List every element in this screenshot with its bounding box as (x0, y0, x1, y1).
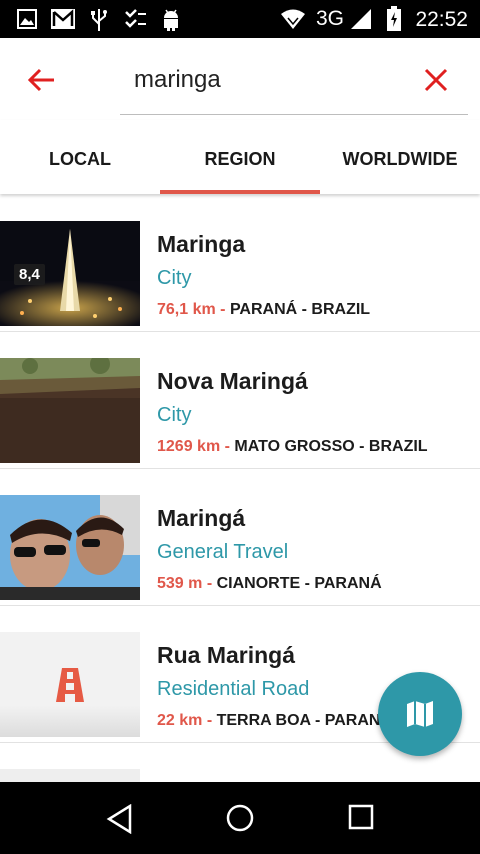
list-item[interactable]: Maringá General Travel 539 m - CIANORTE … (0, 468, 480, 606)
tab-bar: LOCAL REGION WORLDWIDE (0, 120, 480, 194)
result-location: PARANÁ - BRAZIL (229, 301, 371, 318)
search-bar: maringa (0, 38, 480, 120)
map-fab-button[interactable] (378, 672, 462, 756)
back-nav-icon[interactable] (106, 804, 134, 834)
result-type: City (157, 267, 192, 289)
result-distance: 539 m - (157, 575, 213, 592)
recents-nav-icon[interactable] (348, 804, 374, 830)
list-item[interactable]: 8,4 Maringa City 76,1 km - PARANÁ - BRAZ… (0, 194, 480, 332)
arrow-left-icon[interactable] (26, 64, 58, 96)
navigation-bar (0, 782, 480, 854)
tab-region[interactable]: REGION (160, 120, 320, 194)
result-type: Residential Road (157, 678, 310, 700)
map-icon (407, 701, 433, 727)
thumbnail-image (0, 769, 140, 782)
result-meta: 539 m - CIANORTE - PARANÁ (157, 575, 382, 593)
search-input-underline (120, 114, 468, 115)
result-title: Maringa (157, 231, 246, 257)
tab-worldwide[interactable]: WORLDWIDE (320, 120, 480, 194)
status-bar: 3G 22:52 (0, 0, 480, 38)
result-title: Nova Maringá (157, 368, 308, 394)
result-title: Rua Maringá (157, 642, 296, 668)
signal-icon (351, 9, 371, 29)
result-location: TERRA BOA - PARANÁ (216, 712, 392, 729)
checklist-icon (125, 9, 146, 28)
result-title: Maringá (157, 505, 246, 531)
result-distance: 1269 km - (157, 438, 230, 455)
network-type: 3G (316, 7, 345, 30)
wifi-icon (281, 9, 305, 29)
result-meta: 22 km - TERRA BOA - PARANÁ (157, 712, 392, 730)
home-nav-icon[interactable] (226, 804, 254, 832)
battery-icon (387, 6, 401, 31)
thumbnail-image (0, 495, 140, 600)
result-distance: 76,1 km - (157, 301, 226, 318)
search-input[interactable]: maringa (134, 66, 221, 94)
road-placeholder-image (0, 632, 140, 737)
android-icon (164, 9, 178, 31)
close-icon[interactable] (422, 66, 450, 94)
tab-indicator (160, 190, 320, 194)
result-location: CIANORTE - PARANÁ (216, 575, 382, 592)
image-icon (17, 9, 37, 29)
result-distance: 22 km - (157, 712, 213, 729)
list-item[interactable]: Nova Maringá City 1269 km - MATO GROSSO … (0, 331, 480, 469)
mail-icon (51, 9, 75, 29)
clock: 22:52 (415, 8, 468, 31)
tab-local[interactable]: LOCAL (0, 120, 160, 194)
result-type: City (157, 404, 192, 426)
result-type: General Travel (157, 541, 289, 563)
road-icon (56, 668, 84, 702)
result-location: MATO GROSSO - BRAZIL (234, 438, 428, 455)
result-meta: 1269 km - MATO GROSSO - BRAZIL (157, 438, 428, 456)
thumbnail-image (0, 358, 140, 463)
usb-icon (91, 9, 107, 31)
result-meta: 76,1 km - PARANÁ - BRAZIL (157, 301, 370, 319)
rating-badge: 8,4 (14, 264, 45, 285)
